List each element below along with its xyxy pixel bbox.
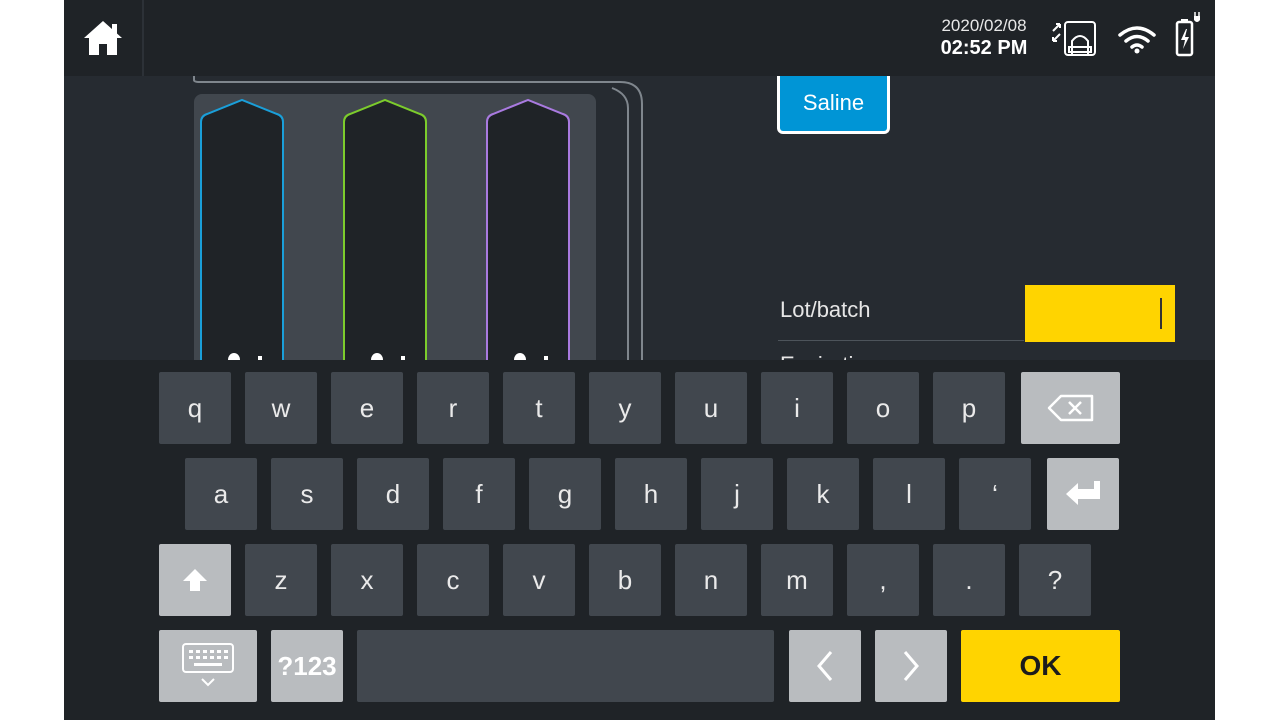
key-s[interactable]: s	[271, 458, 343, 530]
lot-divider	[778, 340, 1024, 341]
saline-button[interactable]: Saline	[777, 76, 890, 134]
key-m[interactable]: m	[761, 544, 833, 616]
key-g[interactable]: g	[529, 458, 601, 530]
lot-batch-label: Lot/batch	[780, 297, 871, 322]
key-y[interactable]: y	[589, 372, 661, 444]
key-l[interactable]: l	[873, 458, 945, 530]
on-screen-keyboard: q w e r t y u i o p a s d f g h j k l ‘	[64, 360, 1215, 720]
shift-icon	[183, 569, 207, 591]
text-cursor	[1160, 298, 1162, 329]
cursor-left-key[interactable]	[789, 630, 861, 702]
key-h[interactable]: h	[615, 458, 687, 530]
key-a[interactable]: a	[185, 458, 257, 530]
cursor-right-key[interactable]	[875, 630, 947, 702]
key-r[interactable]: r	[417, 372, 489, 444]
ok-button[interactable]: OK	[961, 630, 1120, 702]
backspace-icon	[1047, 394, 1093, 422]
key-p[interactable]: p	[933, 372, 1005, 444]
symbols-key[interactable]: ?123	[271, 630, 343, 702]
backspace-key[interactable]	[1021, 372, 1120, 444]
time-text: 02:52 PM	[940, 37, 1028, 59]
lot-batch-input[interactable]	[1025, 285, 1175, 342]
background-content: Saline Lot/batch Expiration	[64, 76, 1215, 360]
key-d[interactable]: d	[357, 458, 429, 530]
key-j[interactable]: j	[701, 458, 773, 530]
key-apostrophe[interactable]: ‘	[959, 458, 1031, 530]
enter-icon	[1066, 481, 1100, 505]
key-comma[interactable]: ,	[847, 544, 919, 616]
home-button[interactable]	[64, 0, 144, 76]
date-time: 2020/02/08 02:52 PM	[936, 16, 1032, 60]
key-o[interactable]: o	[847, 372, 919, 444]
key-f[interactable]: f	[443, 458, 515, 530]
key-u[interactable]: u	[675, 372, 747, 444]
key-v[interactable]: v	[503, 544, 575, 616]
expiration-label: Expiration	[780, 352, 878, 360]
shift-key[interactable]	[159, 544, 231, 616]
syringe-panel	[193, 76, 643, 360]
key-e[interactable]: e	[331, 372, 403, 444]
key-k[interactable]: k	[787, 458, 859, 530]
chevron-left-icon	[817, 651, 833, 681]
battery-charging-icon	[1175, 12, 1200, 57]
key-period[interactable]: .	[933, 544, 1005, 616]
hide-keyboard-icon	[182, 643, 234, 687]
key-z[interactable]: z	[245, 544, 317, 616]
key-w[interactable]: w	[245, 372, 317, 444]
device-screen: 2020/02/08 02:52 PM Saline Lot/batch q w…	[64, 0, 1215, 720]
key-t[interactable]: t	[503, 372, 575, 444]
space-key[interactable]	[357, 630, 774, 702]
screen-expand-icon[interactable]	[1050, 19, 1100, 59]
key-x[interactable]: x	[331, 544, 403, 616]
key-i[interactable]: i	[761, 372, 833, 444]
date-text: 2020/02/08	[941, 16, 1027, 35]
key-q[interactable]: q	[159, 372, 231, 444]
chevron-right-icon	[903, 651, 919, 681]
wifi-icon	[1118, 26, 1156, 54]
key-c[interactable]: c	[417, 544, 489, 616]
key-b[interactable]: b	[589, 544, 661, 616]
status-bar: 2020/02/08 02:52 PM	[64, 0, 1215, 76]
key-n[interactable]: n	[675, 544, 747, 616]
hide-keyboard-key[interactable]	[159, 630, 257, 702]
home-icon	[84, 21, 122, 55]
key-question[interactable]: ?	[1019, 544, 1091, 616]
enter-key[interactable]	[1047, 458, 1119, 530]
